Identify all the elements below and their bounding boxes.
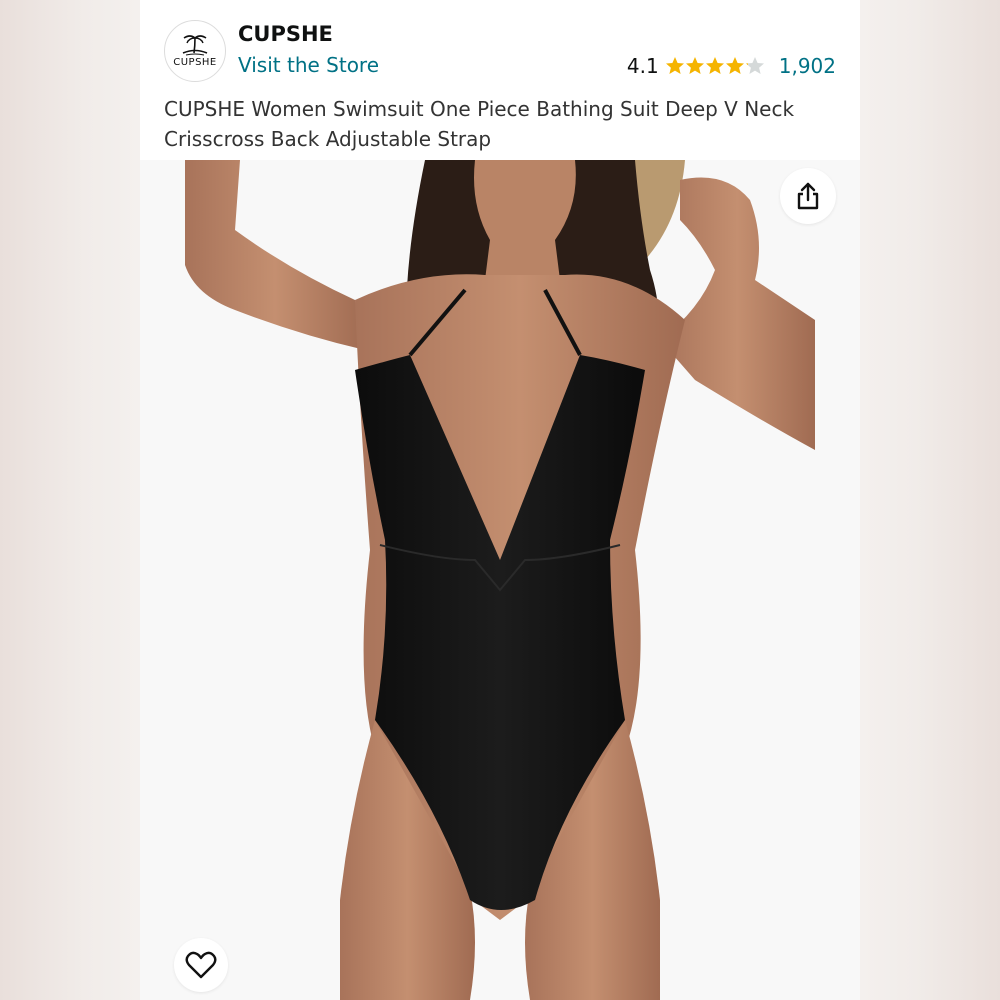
review-count-link[interactable]: 1,902 (779, 54, 836, 78)
share-button[interactable] (780, 168, 836, 224)
visit-store-link[interactable]: Visit the Store (238, 53, 379, 77)
star-icon (705, 57, 724, 74)
product-card: CUPSHE CUPSHE Visit the Store 4.1 1,902 … (140, 0, 860, 1000)
star-icon (725, 57, 744, 74)
product-title-line-1: CUPSHE Women Swimsuit One Piece Bathing … (164, 97, 795, 121)
product-title-line-2: Crisscross Back Adjustable Strap (164, 127, 492, 151)
store-logo[interactable]: CUPSHE (164, 20, 226, 82)
share-icon (797, 182, 819, 210)
star-icon (685, 57, 704, 74)
star-icon (745, 57, 764, 74)
product-header: CUPSHE CUPSHE Visit the Store 4.1 1,902 … (140, 0, 860, 160)
star-rating (665, 56, 765, 76)
product-image[interactable] (140, 160, 860, 1000)
star-icon (665, 57, 684, 74)
favorite-button[interactable] (174, 938, 228, 992)
palm-tree-island-icon (182, 35, 208, 56)
product-photo-illustration (140, 160, 860, 1000)
background-right (860, 0, 1000, 1000)
product-title: CUPSHE Women Swimsuit One Piece Bathing … (164, 94, 824, 154)
rating-value: 4.1 (626, 54, 659, 78)
background-left (0, 0, 140, 1000)
brand-name: CUPSHE (238, 22, 333, 46)
store-logo-text: CUPSHE (173, 57, 217, 68)
heart-outline-icon (185, 951, 217, 979)
rating-summary[interactable]: 4.1 1,902 (627, 53, 836, 79)
